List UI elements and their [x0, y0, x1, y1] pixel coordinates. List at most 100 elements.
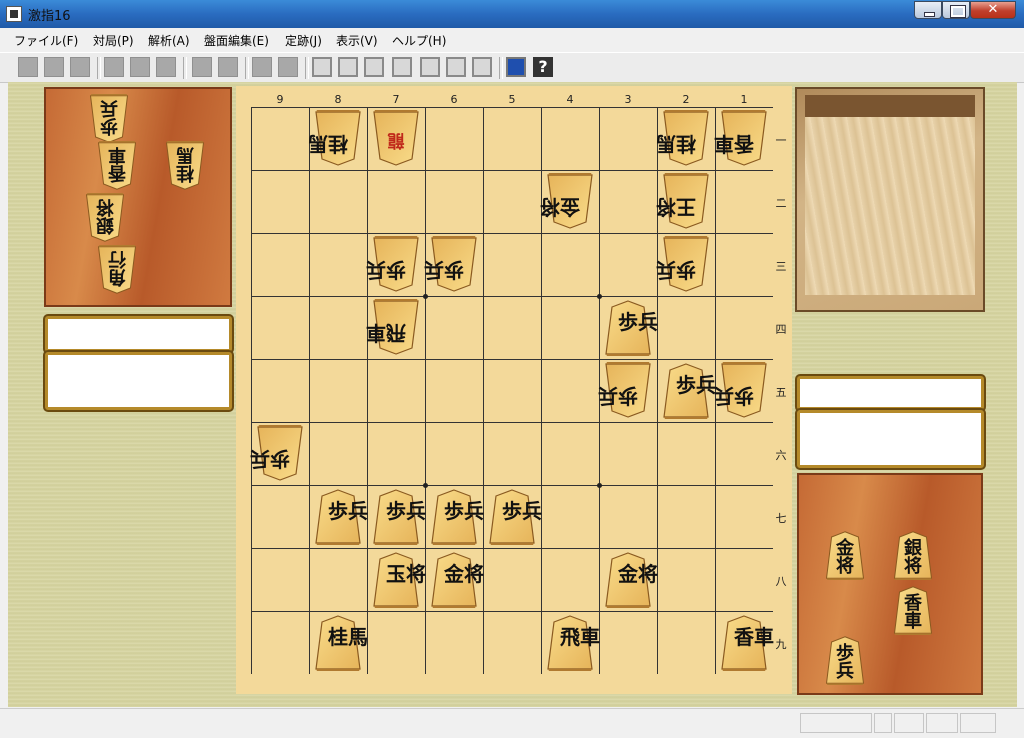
- rank-label: 七: [775, 511, 787, 525]
- rank-label: 九: [775, 637, 787, 651]
- stop-icon[interactable]: [392, 57, 412, 77]
- file-label: 5: [508, 93, 516, 106]
- piece-gote-ou-2-2[interactable]: 王将: [656, 173, 711, 230]
- gote-hand-kaku[interactable]: 角行: [96, 245, 138, 295]
- undo-icon[interactable]: [130, 57, 150, 77]
- hand-piece-label: 金将: [836, 538, 854, 577]
- menu-game[interactable]: 対局(P): [93, 32, 134, 49]
- edit-board-icon[interactable]: [252, 57, 272, 77]
- piece-label: 歩兵: [714, 384, 754, 408]
- gote-hand-fu[interactable]: 歩兵: [88, 94, 130, 144]
- piece-gote-keima-2-1[interactable]: 桂馬: [656, 110, 711, 167]
- toolbar-separator: [97, 57, 101, 79]
- piece-label: 桂馬: [308, 132, 348, 156]
- analysis-icon[interactable]: [192, 57, 212, 77]
- piece-gote-fu-3-5[interactable]: 歩兵: [598, 362, 653, 419]
- piece-gote-fu-2-3[interactable]: 歩兵: [656, 236, 711, 293]
- piece-label: 王将: [656, 195, 696, 219]
- prev-move-icon[interactable]: [338, 57, 358, 77]
- piece-sente-gyoku-7-8[interactable]: 玉将: [371, 551, 426, 608]
- status-bar: [0, 708, 1024, 738]
- piece-gote-kyosha-1-1[interactable]: 香車: [714, 110, 769, 167]
- piece-sente-kin-6-8[interactable]: 金将: [429, 551, 484, 608]
- piece-label: 飛車: [560, 625, 600, 649]
- menu-view[interactable]: 表示(V): [336, 32, 378, 49]
- piece-label: 金将: [540, 195, 580, 219]
- redo-icon[interactable]: [156, 57, 176, 77]
- menu-analysis[interactable]: 解析(A): [148, 32, 190, 49]
- piece-sente-fu-3-4[interactable]: 歩兵: [603, 299, 658, 356]
- piece-sente-hisha-4-9[interactable]: 飛車: [545, 614, 600, 671]
- minimize-button[interactable]: [914, 1, 942, 19]
- file-label: 2: [682, 93, 690, 106]
- maximize-button[interactable]: [942, 1, 970, 19]
- gote-hand-keima[interactable]: 桂馬: [164, 141, 206, 191]
- prev-branch-icon[interactable]: [364, 57, 384, 77]
- piece-sente-fu-8-7[interactable]: 歩兵: [313, 488, 368, 545]
- help-icon[interactable]: ?: [533, 57, 553, 77]
- hand-piece-label: 香車: [108, 144, 126, 183]
- menu-help[interactable]: ヘルプ(H): [392, 32, 446, 49]
- menu-joseki[interactable]: 定跡(J): [285, 32, 322, 49]
- new-game-icon[interactable]: [18, 57, 38, 77]
- rank-label: 二: [775, 196, 787, 210]
- toolbar-separator: [499, 57, 503, 79]
- piece-label: 歩兵: [502, 499, 542, 523]
- app-shogi-icon[interactable]: [6, 6, 22, 22]
- menu-board-edit[interactable]: 盤面編集(E): [204, 32, 269, 49]
- save-icon[interactable]: [70, 57, 90, 77]
- piece-label: 歩兵: [366, 258, 406, 282]
- piece-sente-fu-5-7[interactable]: 歩兵: [487, 488, 542, 545]
- star-point: [423, 483, 428, 488]
- hand-piece-label: 歩兵: [100, 97, 118, 136]
- close-icon: ✕: [987, 2, 999, 17]
- hand-piece-label: 桂馬: [176, 144, 194, 183]
- piece-label: 香車: [714, 132, 754, 156]
- gote-piece-stand[interactable]: [44, 87, 232, 307]
- piece-gote-fu-9-6[interactable]: 歩兵: [250, 425, 305, 482]
- piece-gote-fu-7-3[interactable]: 歩兵: [366, 236, 421, 293]
- piece-label: 歩兵: [598, 384, 638, 408]
- gote-hand-kyosha[interactable]: 香車: [96, 141, 138, 191]
- piece-sente-keima-8-9[interactable]: 桂馬: [313, 614, 368, 671]
- menu-file[interactable]: ファイル(F): [14, 32, 78, 49]
- gote-time-plate: [45, 352, 232, 410]
- status-cell-1: [800, 713, 872, 733]
- piece-gote-ryu-7-1[interactable]: 龍: [371, 110, 421, 167]
- sente-hand-fu[interactable]: 歩兵: [824, 635, 866, 685]
- piece-gote-fu-6-3[interactable]: 歩兵: [424, 236, 479, 293]
- star-point: [423, 294, 428, 299]
- piece-sente-fu-2-5[interactable]: 歩兵: [661, 362, 716, 419]
- sente-hand-kin[interactable]: 金将: [824, 530, 866, 580]
- first-move-icon[interactable]: [312, 57, 332, 77]
- piece-sente-fu-6-7[interactable]: 歩兵: [429, 488, 484, 545]
- piece-sente-kin-3-8[interactable]: 金将: [603, 551, 658, 608]
- open-icon[interactable]: [44, 57, 64, 77]
- sente-hand-gin[interactable]: 銀将: [892, 530, 934, 580]
- next-move-icon[interactable]: [446, 57, 466, 77]
- hint-icon[interactable]: [218, 57, 238, 77]
- piece-sente-fu-7-7[interactable]: 歩兵: [371, 488, 426, 545]
- piece-sente-kyosha-1-9[interactable]: 香車: [719, 614, 774, 671]
- piece-box[interactable]: [795, 87, 985, 312]
- computer-icon[interactable]: [506, 57, 526, 77]
- move-back-to-start-icon[interactable]: [104, 57, 124, 77]
- sente-name-plate: [797, 376, 984, 410]
- menu-bar: ファイル(F) 対局(P) 解析(A) 盤面編集(E) 定跡(J) 表示(V) …: [0, 30, 1024, 51]
- window-title: 激指16: [28, 9, 71, 24]
- piece-gote-hisha-7-4[interactable]: 飛車: [366, 299, 421, 356]
- hand-piece-label: 銀将: [96, 196, 114, 235]
- sente-time-plate: [797, 410, 984, 468]
- piece-gote-keima-8-1[interactable]: 桂馬: [308, 110, 363, 167]
- next-branch-icon[interactable]: [420, 57, 440, 77]
- piece-label: 桂馬: [328, 625, 368, 649]
- gote-hand-gin[interactable]: 銀将: [84, 193, 126, 243]
- sente-hand-kyosha[interactable]: 香車: [892, 585, 934, 635]
- close-button[interactable]: ✕: [970, 1, 1016, 19]
- piece-gote-fu-1-5[interactable]: 歩兵: [714, 362, 769, 419]
- piece-gote-kin-4-2[interactable]: 金将: [540, 173, 595, 230]
- toolbar-separator: [183, 57, 187, 79]
- piece-label: 金将: [618, 562, 658, 586]
- edit-mode-icon[interactable]: [278, 57, 298, 77]
- last-move-icon[interactable]: [472, 57, 492, 77]
